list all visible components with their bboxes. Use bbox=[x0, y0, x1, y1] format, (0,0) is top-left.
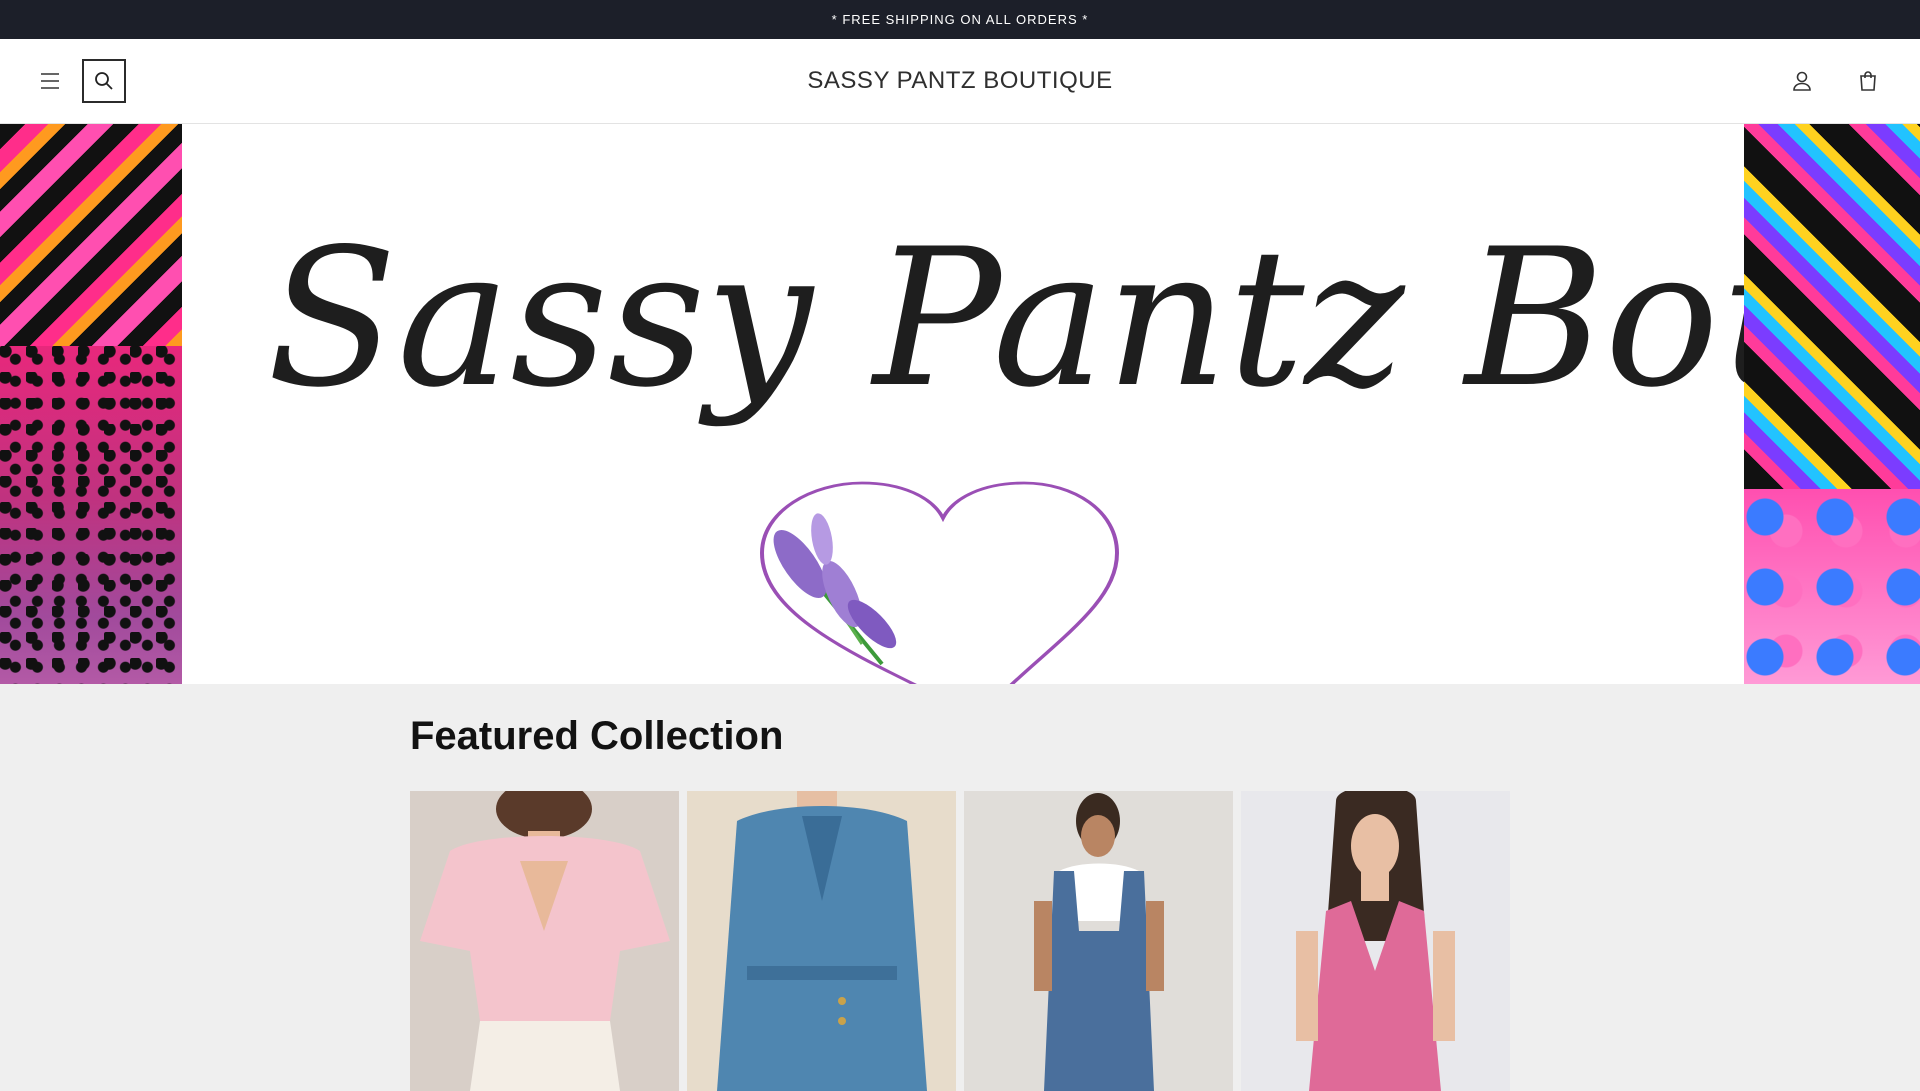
featured-collection: Featured Collection bbox=[410, 684, 1510, 1091]
product-image-blue-denim-jumpsuit bbox=[687, 791, 956, 1091]
cart-button[interactable] bbox=[1846, 59, 1890, 103]
hero-logo-script: Sassy Pantz Boutique bbox=[267, 208, 1744, 429]
account-icon bbox=[1793, 71, 1811, 91]
product-image-pink-ruffle-top bbox=[410, 791, 679, 1091]
hero-banner: Sassy Pantz Boutique bbox=[0, 124, 1920, 684]
site-brand[interactable]: SASSY PANTZ BOUTIQUE bbox=[0, 39, 1920, 123]
hero-logo: Sassy Pantz Boutique bbox=[182, 124, 1920, 684]
site-header: SASSY PANTZ BOUTIQUE bbox=[0, 39, 1920, 124]
account-button[interactable] bbox=[1780, 59, 1824, 103]
product-card[interactable] bbox=[687, 791, 956, 1091]
product-card[interactable] bbox=[410, 791, 679, 1091]
featured-heading: Featured Collection bbox=[410, 714, 784, 758]
hero-pattern-left bbox=[0, 124, 182, 684]
cart-icon bbox=[1860, 71, 1876, 91]
product-image-denim-overalls bbox=[964, 791, 1233, 1091]
product-card[interactable] bbox=[1241, 791, 1510, 1091]
product-card[interactable] bbox=[964, 791, 1233, 1091]
product-grid bbox=[410, 791, 1510, 1091]
announcement-text: * FREE SHIPPING ON ALL ORDERS * bbox=[831, 12, 1089, 27]
announcement-bar: * FREE SHIPPING ON ALL ORDERS * bbox=[0, 0, 1920, 39]
hero-pattern-right bbox=[1744, 124, 1920, 684]
hero-logo-art: Sassy Pantz Boutique bbox=[267, 208, 1920, 684]
product-image-pink-romper bbox=[1241, 791, 1510, 1091]
